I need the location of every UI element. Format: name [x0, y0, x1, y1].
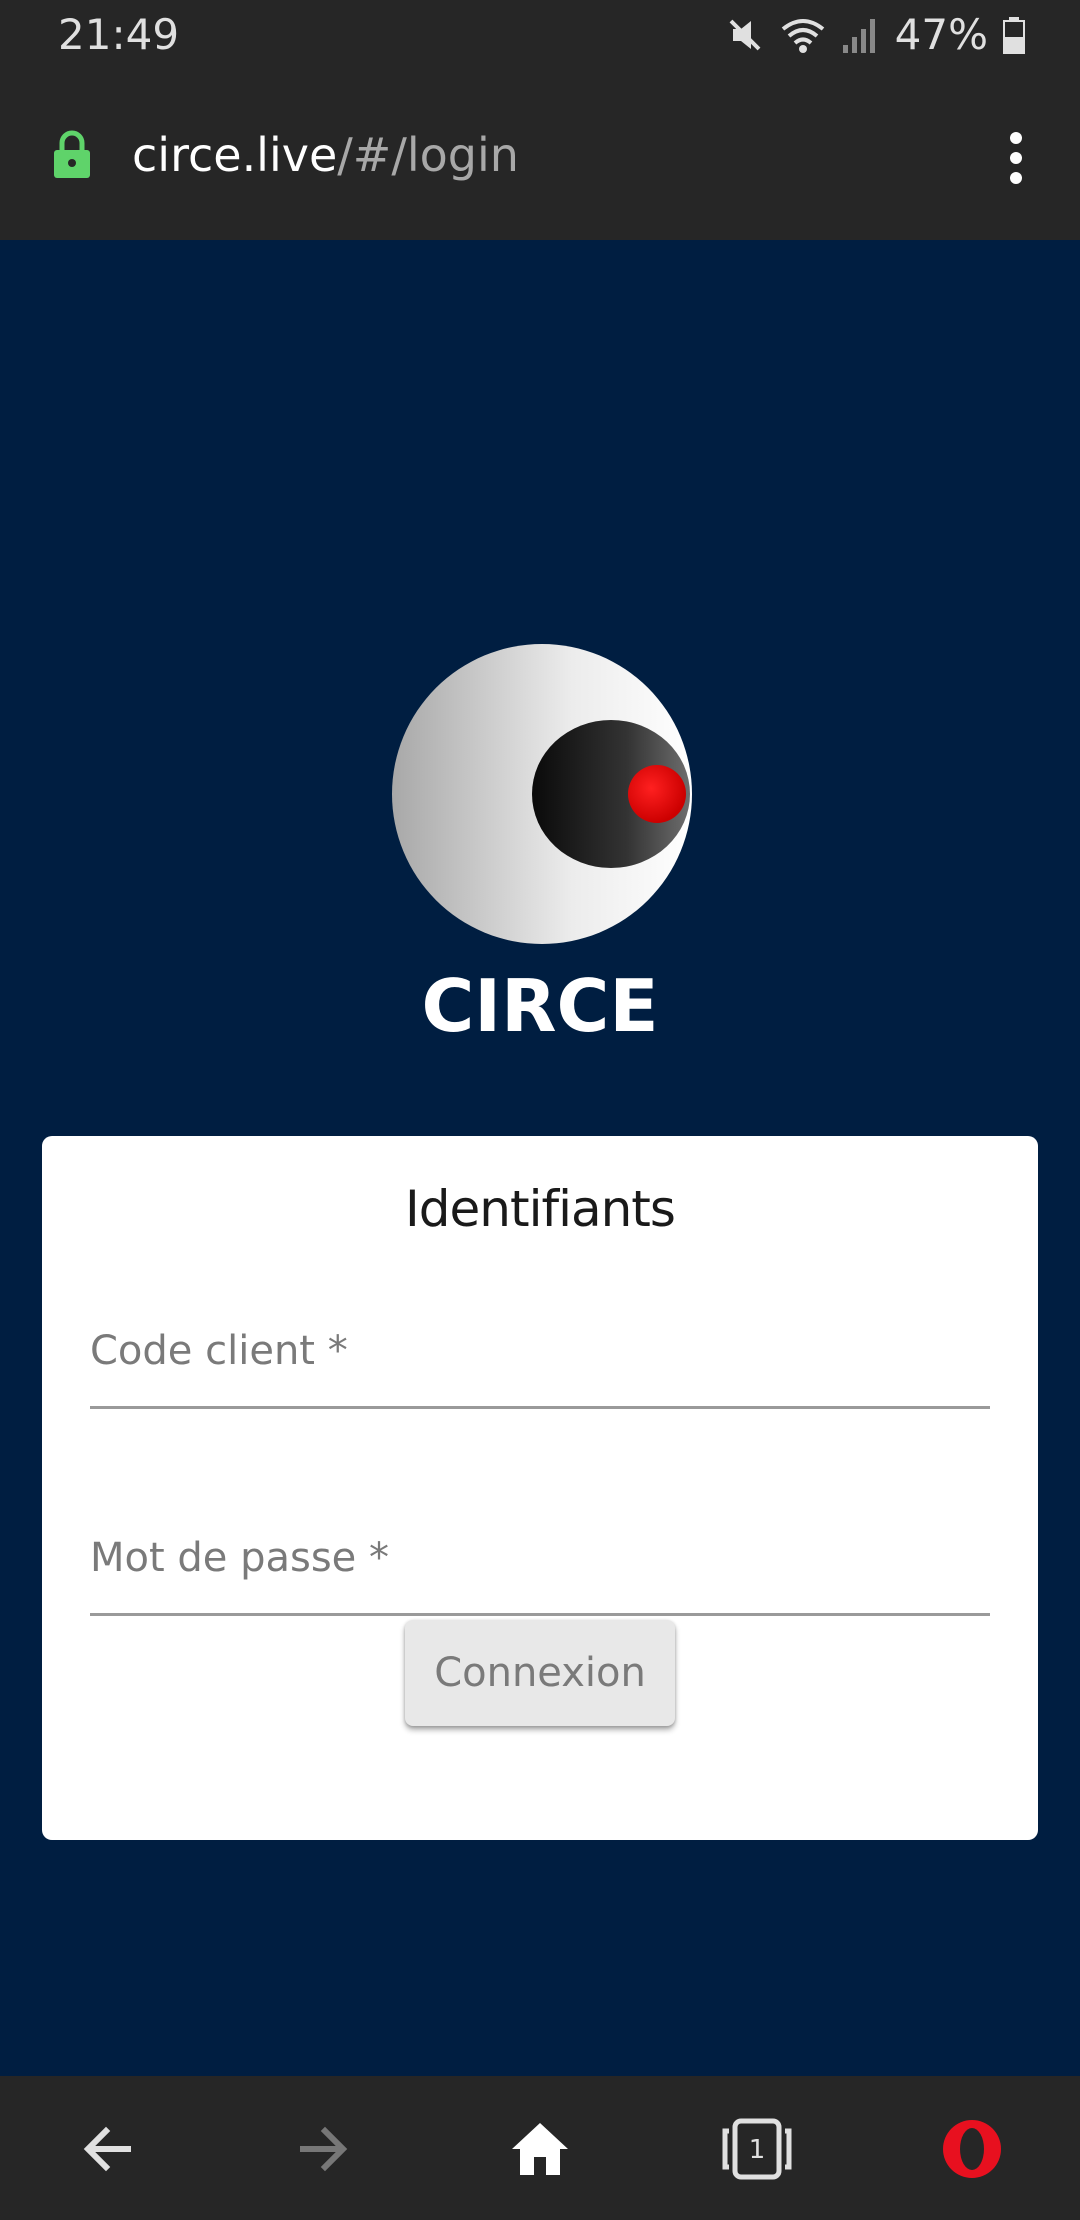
login-card: Identifiants Code client * Mot de passe …	[42, 1136, 1038, 1840]
connexion-button[interactable]: Connexion	[405, 1620, 675, 1726]
browser-nav-bar: 1	[0, 2076, 1080, 2220]
status-icons: 47%	[725, 10, 1026, 59]
tab-count: 1	[749, 2135, 766, 2165]
menu-icon[interactable]	[992, 128, 1040, 188]
address-bar[interactable]: circe.live/#/login	[0, 72, 1080, 240]
home-icon	[512, 2123, 568, 2175]
app-title: CIRCE	[421, 964, 659, 1048]
password-field[interactable]: Mot de passe *	[90, 1523, 994, 1616]
url-text[interactable]: circe.live/#/login	[132, 128, 519, 182]
url-host: circe.live	[132, 128, 338, 182]
card-title: Identifiants	[405, 1180, 676, 1238]
code-client-field[interactable]: Code client *	[90, 1316, 994, 1409]
back-button[interactable]	[63, 2104, 153, 2194]
opera-menu-button[interactable]	[927, 2104, 1017, 2194]
status-time: 21:49	[58, 10, 180, 59]
back-icon	[83, 2126, 131, 2172]
tabs-button[interactable]: 1	[712, 2104, 802, 2194]
code-client-input[interactable]	[90, 1316, 994, 1408]
circe-logo	[392, 644, 692, 944]
signal-icon	[842, 18, 875, 53]
battery-percent: 47%	[894, 10, 988, 59]
forward-button[interactable]	[278, 2104, 368, 2194]
wifi-icon	[781, 18, 824, 53]
forward-icon	[300, 2126, 348, 2172]
opera-icon	[943, 2120, 1001, 2178]
home-button[interactable]	[495, 2104, 585, 2194]
status-bar: 21:49 47%	[0, 0, 1080, 72]
login-page: CIRCE Identifiants Code client * Mot de …	[0, 240, 1080, 2076]
mute-icon	[729, 19, 761, 50]
battery-icon	[1003, 16, 1025, 54]
tabs-icon: 1	[722, 2118, 792, 2180]
url-path: /#/login	[337, 128, 519, 182]
lock-icon	[54, 130, 90, 178]
password-input[interactable]	[90, 1523, 994, 1615]
